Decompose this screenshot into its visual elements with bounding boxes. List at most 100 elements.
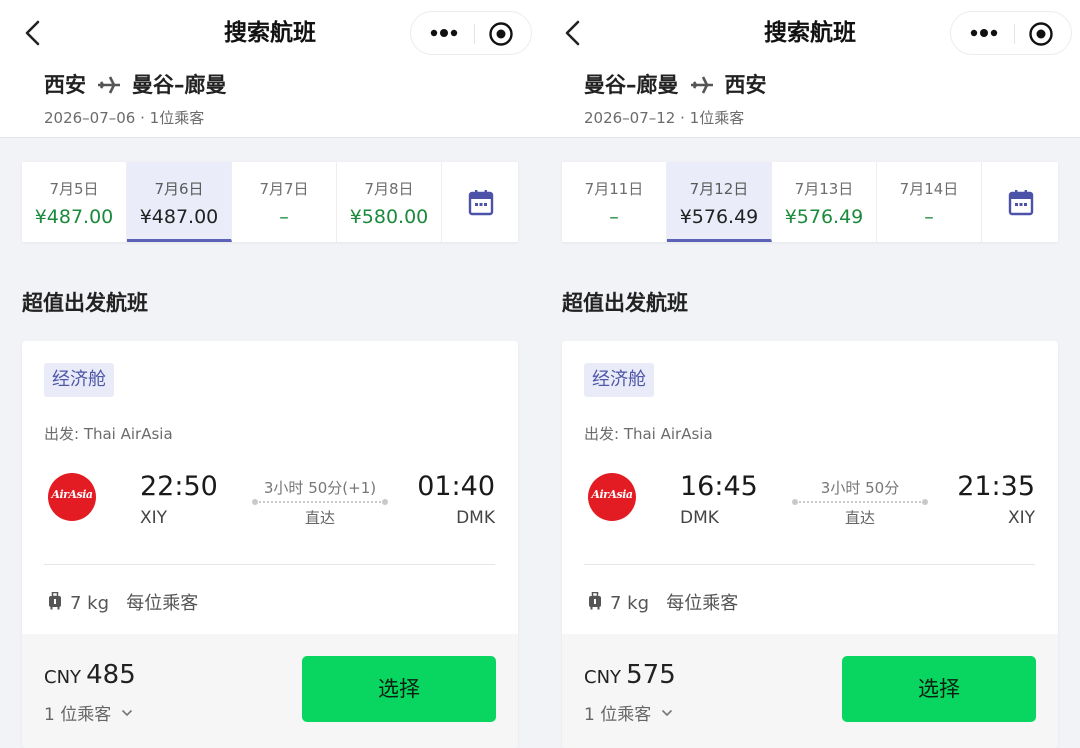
date-tab[interactable]: 7月11日 – xyxy=(562,162,667,242)
date-price: ¥487.00 xyxy=(139,206,219,228)
flight-duration: 3小时 50分(+1) xyxy=(263,479,377,497)
chevron-down-icon xyxy=(122,709,133,716)
route-destination: 曼谷–廊曼 xyxy=(132,73,227,97)
date-price: – xyxy=(924,206,934,228)
airplane-icon xyxy=(690,76,713,94)
passenger-selector[interactable]: 1 位乘客 xyxy=(584,700,673,725)
date-tab-selected[interactable]: 7月12日 ¥576.49 xyxy=(667,162,772,242)
route-origin: 西安 xyxy=(44,73,86,97)
cabin-badge: 经济舱 xyxy=(44,363,114,397)
passenger-selector[interactable]: 1 位乘客 xyxy=(44,700,133,725)
route: 曼谷–廊曼 西安 xyxy=(584,70,767,100)
mini-program-capsule xyxy=(410,11,532,55)
airplane-icon xyxy=(98,76,120,94)
price-amount: 485 xyxy=(86,660,136,690)
date-selector: 7月5日 ¥487.00 7月6日 ¥487.00 7月7日 – 7月8日 ¥5… xyxy=(22,162,518,242)
price: CNY 485 xyxy=(44,660,136,690)
luggage-icon xyxy=(589,592,601,610)
date-price: ¥576.49 xyxy=(679,206,759,228)
date-price: ¥487.00 xyxy=(34,206,114,228)
section-title: 超值出发航班 xyxy=(562,291,688,315)
date-label: 7月13日 xyxy=(794,180,854,198)
capsule-divider xyxy=(474,24,475,44)
flight-card[interactable]: 经济舱 出发: Thai AirAsia AirAsia 22:50 XIY 3… xyxy=(22,341,518,748)
select-button[interactable]: 选择 xyxy=(302,656,496,722)
airline-label: 出发: Thai AirAsia xyxy=(44,425,173,443)
arrival-time: 01:40 xyxy=(417,471,495,502)
price: CNY 575 xyxy=(584,660,676,690)
calendar-icon xyxy=(468,190,494,216)
more-dots-icon[interactable] xyxy=(967,22,1001,44)
date-label: 7月11日 xyxy=(584,180,644,198)
chevron-down-icon xyxy=(662,709,673,716)
card-footer: CNY 575 1 位乘客 选择 xyxy=(562,634,1058,748)
calendar-button[interactable] xyxy=(982,162,1058,242)
route-destination: 西安 xyxy=(724,73,767,97)
departure-airport: XIY xyxy=(140,508,168,528)
departure-airport: DMK xyxy=(680,508,719,528)
date-tab[interactable]: 7月7日 – xyxy=(232,162,337,242)
direct-label: 直达 xyxy=(844,509,875,527)
flight-duration: 3小时 50分 xyxy=(820,479,900,497)
airasia-logo-icon: AirAsia xyxy=(48,473,96,521)
passenger-count: 1 位乘客 xyxy=(584,705,652,725)
target-icon[interactable] xyxy=(1028,21,1054,47)
departure-time: 16:45 xyxy=(680,471,758,502)
arrival-airport: XIY xyxy=(1007,508,1035,528)
airasia-logo-icon: AirAsia xyxy=(588,473,636,521)
trip-subinfo: 2026–07–06 · 1位乘客 xyxy=(44,109,205,127)
capsule-divider xyxy=(1014,24,1015,44)
date-label: 7月6日 xyxy=(154,180,204,198)
select-button[interactable]: 选择 xyxy=(842,656,1036,722)
date-selector: 7月11日 – 7月12日 ¥576.49 7月13日 ¥576.49 7月14… xyxy=(562,162,1058,242)
header: 搜索航班 西安 曼谷–廊曼 2026–07–06 · 1位乘客 xyxy=(0,0,540,138)
date-label: 7月5日 xyxy=(49,180,99,198)
baggage-allowance: 7 kg 每位乘客 xyxy=(70,593,199,614)
baggage-allowance: 7 kg 每位乘客 xyxy=(610,593,739,614)
direct-label: 直达 xyxy=(304,509,335,527)
card-footer: CNY 485 1 位乘客 选择 xyxy=(22,634,518,748)
duration-line xyxy=(792,499,928,505)
arrival-time: 21:35 xyxy=(957,471,1035,502)
route: 西安 曼谷–廊曼 xyxy=(44,70,227,100)
logo-text: AirAsia xyxy=(51,488,93,501)
price-amount: 575 xyxy=(626,660,676,690)
calendar-button[interactable] xyxy=(442,162,518,242)
date-tab[interactable]: 7月8日 ¥580.00 xyxy=(337,162,442,242)
price-currency: CNY xyxy=(584,667,622,688)
outbound-panel: 搜索航班 西安 曼谷–廊曼 2026–07–06 · 1位乘客 7月5日 ¥48… xyxy=(0,0,540,748)
route-origin: 曼谷–廊曼 xyxy=(584,73,679,97)
trip-subinfo: 2026–07–12 · 1位乘客 xyxy=(584,109,745,127)
departure-time: 22:50 xyxy=(140,471,218,502)
header: 搜索航班 曼谷–廊曼 西安 2026–07–12 · 1位乘客 xyxy=(540,0,1080,138)
card-divider xyxy=(584,564,1035,565)
card-divider xyxy=(44,564,495,565)
luggage-icon xyxy=(49,592,61,610)
date-tab[interactable]: 7月5日 ¥487.00 xyxy=(22,162,127,242)
date-label: 7月14日 xyxy=(899,180,959,198)
passenger-count: 1 位乘客 xyxy=(44,705,112,725)
more-dots-icon[interactable] xyxy=(427,22,461,44)
arrival-airport: DMK xyxy=(456,508,495,528)
date-price: – xyxy=(279,206,289,228)
date-tab-selected[interactable]: 7月6日 ¥487.00 xyxy=(127,162,232,242)
target-icon[interactable] xyxy=(488,21,514,47)
date-price: ¥580.00 xyxy=(349,206,429,228)
date-price: ¥576.49 xyxy=(784,206,864,228)
mini-program-capsule xyxy=(950,11,1072,55)
date-label: 7月8日 xyxy=(364,180,414,198)
date-label: 7月7日 xyxy=(259,180,309,198)
cabin-badge: 经济舱 xyxy=(584,363,654,397)
section-title: 超值出发航班 xyxy=(22,291,148,315)
airline-label: 出发: Thai AirAsia xyxy=(584,425,713,443)
date-price: – xyxy=(609,206,619,228)
date-tab[interactable]: 7月14日 – xyxy=(877,162,982,242)
date-label: 7月12日 xyxy=(689,180,749,198)
duration-line xyxy=(252,499,388,505)
return-panel: 搜索航班 曼谷–廊曼 西安 2026–07–12 · 1位乘客 7月11日 – … xyxy=(540,0,1080,748)
date-tab[interactable]: 7月13日 ¥576.49 xyxy=(772,162,877,242)
calendar-icon xyxy=(1008,190,1034,216)
price-currency: CNY xyxy=(44,667,82,688)
logo-text: AirAsia xyxy=(591,488,633,501)
flight-card[interactable]: 经济舱 出发: Thai AirAsia AirAsia 16:45 DMK 3… xyxy=(562,341,1058,748)
